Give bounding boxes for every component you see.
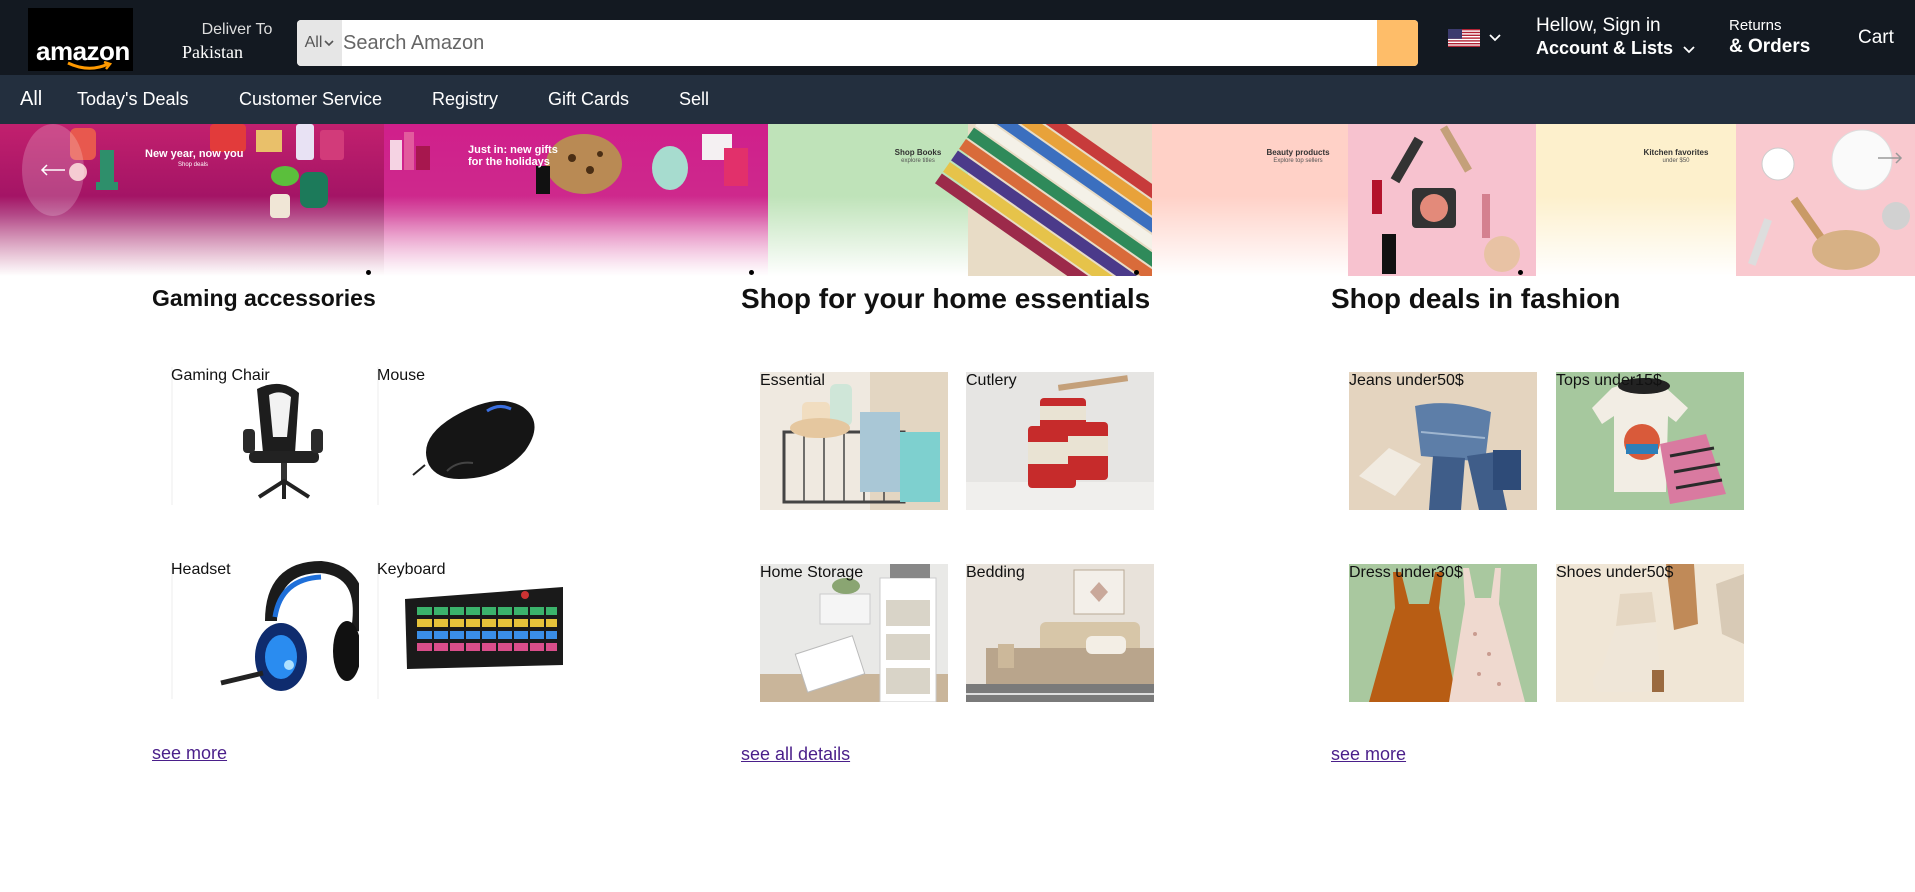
carousel-dot[interactable] <box>1518 270 1523 275</box>
signin-greeting: Hellow, Sign in <box>1536 15 1661 36</box>
hero-headline-4: Beauty products <box>1266 148 1330 157</box>
card-title: Shop for your home essentials <box>741 283 1151 314</box>
nav-item-todays-deals[interactable]: Today's Deals <box>77 89 189 110</box>
books-illustration <box>934 124 1152 276</box>
tile-label: Tops under15$ <box>1556 372 1662 389</box>
tile-label: Keyboard <box>377 561 446 578</box>
tile-bedding[interactable]: Bedding <box>966 564 1154 702</box>
nav-item-registry[interactable]: Registry <box>432 89 498 110</box>
bedroom-image <box>966 564 1154 702</box>
orders-label: & Orders <box>1729 36 1811 57</box>
tile-label: Dress under30$ <box>1349 564 1463 581</box>
arrow-left-icon <box>40 164 65 176</box>
carousel-next-button[interactable] <box>1877 144 1903 170</box>
tile-dress[interactable]: Dress under30$ <box>1349 564 1537 702</box>
search-button[interactable] <box>1377 20 1418 66</box>
headset-image <box>171 561 359 699</box>
account-chevron-icon[interactable] <box>1683 46 1695 54</box>
cart-link[interactable]: Cart <box>1858 27 1894 49</box>
search-input[interactable] <box>343 20 1374 66</box>
hero-headline-2: Just in: new gifts for the holidays <box>468 144 558 168</box>
tile-headset[interactable]: Headset <box>171 561 359 699</box>
cleaning-supplies-image <box>760 372 948 510</box>
nav-item-gift-cards[interactable]: Gift Cards <box>548 89 629 110</box>
chevron-down-icon <box>324 40 334 47</box>
kitchen-utensils-illustration <box>1736 124 1915 276</box>
amazon-logo[interactable]: amazon <box>28 8 133 71</box>
dresses-image <box>1349 564 1537 702</box>
tile-cutlery[interactable]: Cutlery <box>966 372 1154 510</box>
card-title: Shop deals in fashion <box>1331 283 1621 314</box>
hero-panel-kitchen[interactable]: Kitchen favorites under $50 <box>1536 124 1915 276</box>
carousel-dot[interactable] <box>366 270 371 275</box>
nav-item-all[interactable]: All <box>20 88 42 111</box>
see-all-details-link[interactable]: see all details <box>741 744 850 765</box>
keyboard-image <box>377 561 565 699</box>
tile-tops[interactable]: Tops under15$ <box>1556 372 1744 510</box>
storage-shelf-image <box>760 564 948 702</box>
language-chevron-icon[interactable] <box>1489 34 1501 42</box>
tile-jeans[interactable]: Jeans under50$ <box>1349 372 1537 510</box>
carousel-prev-button[interactable] <box>22 124 84 216</box>
hero-headline-1: New year, now you <box>145 148 244 160</box>
returns-label: Returns <box>1729 17 1782 34</box>
hero-panel-new-gifts[interactable]: Just in: new gifts for the holidays <box>384 124 768 276</box>
tops-image <box>1556 372 1744 510</box>
tile-label: Bedding <box>966 564 1025 581</box>
handbags-illustration <box>390 132 748 194</box>
nav-item-sell[interactable]: Sell <box>679 89 709 110</box>
tile-label: Headset <box>171 561 231 578</box>
beauty-products-illustration <box>1348 124 1536 276</box>
tile-home-storage[interactable]: Home Storage <box>760 564 948 702</box>
search-category-label: All <box>304 34 323 51</box>
card-title: Gaming accessories <box>152 285 376 311</box>
nav-bar: All Today's Deals Customer Service Regis… <box>0 75 1915 124</box>
tile-label: Jeans under50$ <box>1349 372 1464 389</box>
boots-image <box>1556 564 1744 702</box>
hero-panel-books[interactable]: Shop Books explore titles <box>768 124 1152 276</box>
nav-item-customer-service[interactable]: Customer Service <box>239 89 382 110</box>
deliver-to[interactable]: Deliver To Pakistan <box>182 21 292 63</box>
tile-label: Cutlery <box>966 372 1017 389</box>
returns-orders[interactable]: Returns & Orders <box>1729 17 1810 58</box>
tile-mouse[interactable]: Mouse <box>377 367 565 505</box>
see-more-link[interactable]: see more <box>1331 744 1406 765</box>
account-menu[interactable]: Hellow, Sign in Account & Lists <box>1536 15 1673 59</box>
logo-smile-icon <box>67 61 112 70</box>
hero-subline-4: Explore top sellers <box>1273 158 1323 164</box>
gaming-chair-image <box>171 367 359 505</box>
carousel-dot[interactable] <box>1134 270 1139 275</box>
hero-headline-5: Kitchen favorites <box>1643 148 1709 157</box>
tile-label: Shoes under50$ <box>1556 564 1674 581</box>
hero-carousel: New year, now you Shop deals Just in: ne… <box>0 124 1915 276</box>
tile-label: Essential <box>760 372 825 389</box>
hero-subline-1: Shop deals <box>178 162 209 168</box>
deliver-country: Pakistan <box>182 42 243 62</box>
account-lists-label: Account & Lists <box>1536 38 1674 58</box>
mouse-image <box>377 367 565 505</box>
tile-label: Gaming Chair <box>171 367 270 384</box>
tile-shoes[interactable]: Shoes under50$ <box>1556 564 1744 702</box>
tile-label: Mouse <box>377 367 426 384</box>
arrow-right-icon <box>1878 152 1903 164</box>
us-flag-icon[interactable] <box>1448 29 1480 47</box>
jeans-image <box>1349 372 1537 510</box>
paint-cans-image <box>966 372 1154 510</box>
hero-subline-3: explore titles <box>901 158 935 164</box>
carousel-dot[interactable] <box>749 270 754 275</box>
search-bar: All <box>297 20 1418 66</box>
tile-keyboard[interactable]: Keyboard <box>377 561 565 699</box>
hero-headline-3: Shop Books <box>894 148 942 157</box>
deliver-label: Deliver To <box>201 21 273 38</box>
tile-essential[interactable]: Essential <box>760 372 948 510</box>
hero-panel-beauty[interactable]: Beauty products Explore top sellers <box>1152 124 1536 276</box>
search-category-select[interactable]: All <box>297 20 342 66</box>
tile-gaming-chair[interactable]: Gaming Chair <box>171 367 359 505</box>
hero-subline-5: under $50 <box>1662 158 1690 164</box>
tile-label: Home Storage <box>760 564 864 581</box>
see-more-link[interactable]: see more <box>152 743 227 764</box>
top-header: amazon Deliver To Pakistan All Hellow, S… <box>0 0 1915 75</box>
